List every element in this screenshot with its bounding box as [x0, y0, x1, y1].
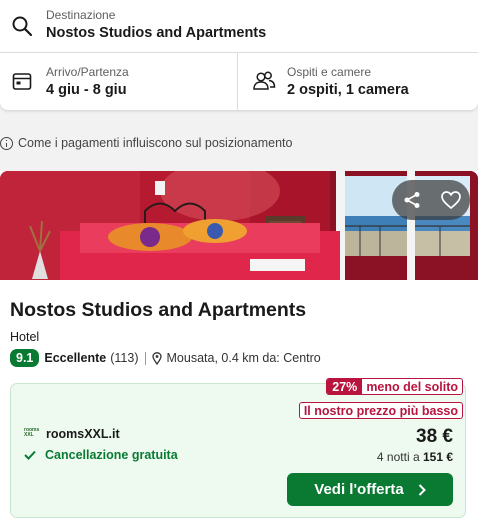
hotel-photo[interactable]: [0, 171, 478, 280]
destination-label: Destinazione: [46, 8, 116, 22]
hotel-name[interactable]: Nostos Studios and Apartments: [10, 299, 306, 322]
divider: [144, 351, 146, 365]
review-count: (113): [110, 351, 139, 365]
total-amount: 151 €: [422, 450, 453, 464]
dates-label: Arrivo/Partenza: [46, 65, 129, 79]
provider-logo-text: rooms XXL: [24, 427, 40, 438]
destination-field[interactable]: Destinazione Nostos Studios and Apartmen…: [0, 0, 478, 53]
view-offer-label: Vedi l'offerta: [314, 481, 404, 498]
rating-score-badge: 9.1: [10, 349, 40, 367]
provider-name: roomsXXL.it: [46, 427, 120, 441]
provider-logo: rooms XXL: [24, 428, 41, 440]
share-button[interactable]: [392, 180, 431, 220]
dates-guests-row: Arrivo/Partenza 4 giu - 8 giu Ospiti e c…: [0, 53, 478, 110]
search-card: Destinazione Nostos Studios and Apartmen…: [0, 0, 478, 110]
photo-actions: [392, 180, 470, 220]
hotel-card[interactable]: Nostos Studios and Apartments Hotel 9.1 …: [0, 171, 478, 525]
destination-value: Nostos Studios and Apartments: [46, 25, 267, 41]
cancellation-text: Cancellazione gratuita: [45, 448, 178, 462]
discount-percent: 27%: [327, 379, 363, 394]
discount-badge: 27% meno del solito: [326, 378, 463, 395]
dates-value: 4 giu - 8 giu: [46, 82, 127, 98]
heart-icon: [440, 191, 461, 209]
free-cancellation: Cancellazione gratuita: [24, 448, 178, 462]
nights-prefix: 4 notti a: [376, 450, 420, 464]
hotel-type: Hotel: [10, 330, 40, 344]
provider: rooms XXL roomsXXL.it: [24, 427, 120, 441]
price-per-night: 38 €: [416, 426, 453, 447]
guests-field[interactable]: Ospiti e camere 2 ospiti, 1 camera: [238, 53, 478, 110]
offer-box[interactable]: 27% meno del solito Il nostro prezzo più…: [10, 378, 466, 518]
check-icon: [24, 450, 36, 460]
payment-info-link[interactable]: Come i pagamenti influiscono sul posizio…: [0, 134, 292, 152]
calendar-icon: [12, 73, 32, 90]
guests-label: Ospiti e camere: [287, 65, 372, 79]
share-icon: [404, 192, 419, 208]
discount-text: meno del solito: [366, 379, 458, 394]
search-icon: [12, 16, 33, 37]
location-pin-icon: [151, 351, 162, 365]
location-text: Mousata, 0.4 km da: Centro: [166, 351, 321, 365]
best-price-badge: Il nostro prezzo più basso: [298, 402, 463, 419]
guests-value: 2 ospiti, 1 camera: [287, 82, 409, 98]
rating-label: Eccellente: [44, 351, 107, 365]
info-icon: [0, 136, 13, 150]
chevron-right-icon: [418, 483, 426, 496]
rating-row: 9.1 Eccellente (113) Mousata, 0.4 km da:…: [10, 348, 321, 368]
dates-field[interactable]: Arrivo/Partenza 4 giu - 8 giu: [0, 53, 238, 110]
total-price: 4 notti a 151 €: [377, 450, 453, 464]
view-offer-button[interactable]: Vedi l'offerta: [287, 473, 453, 506]
payment-info-text: Come i pagamenti influiscono sul posizio…: [18, 136, 293, 150]
guests-icon: [253, 71, 276, 90]
favorite-button[interactable]: [431, 180, 470, 220]
